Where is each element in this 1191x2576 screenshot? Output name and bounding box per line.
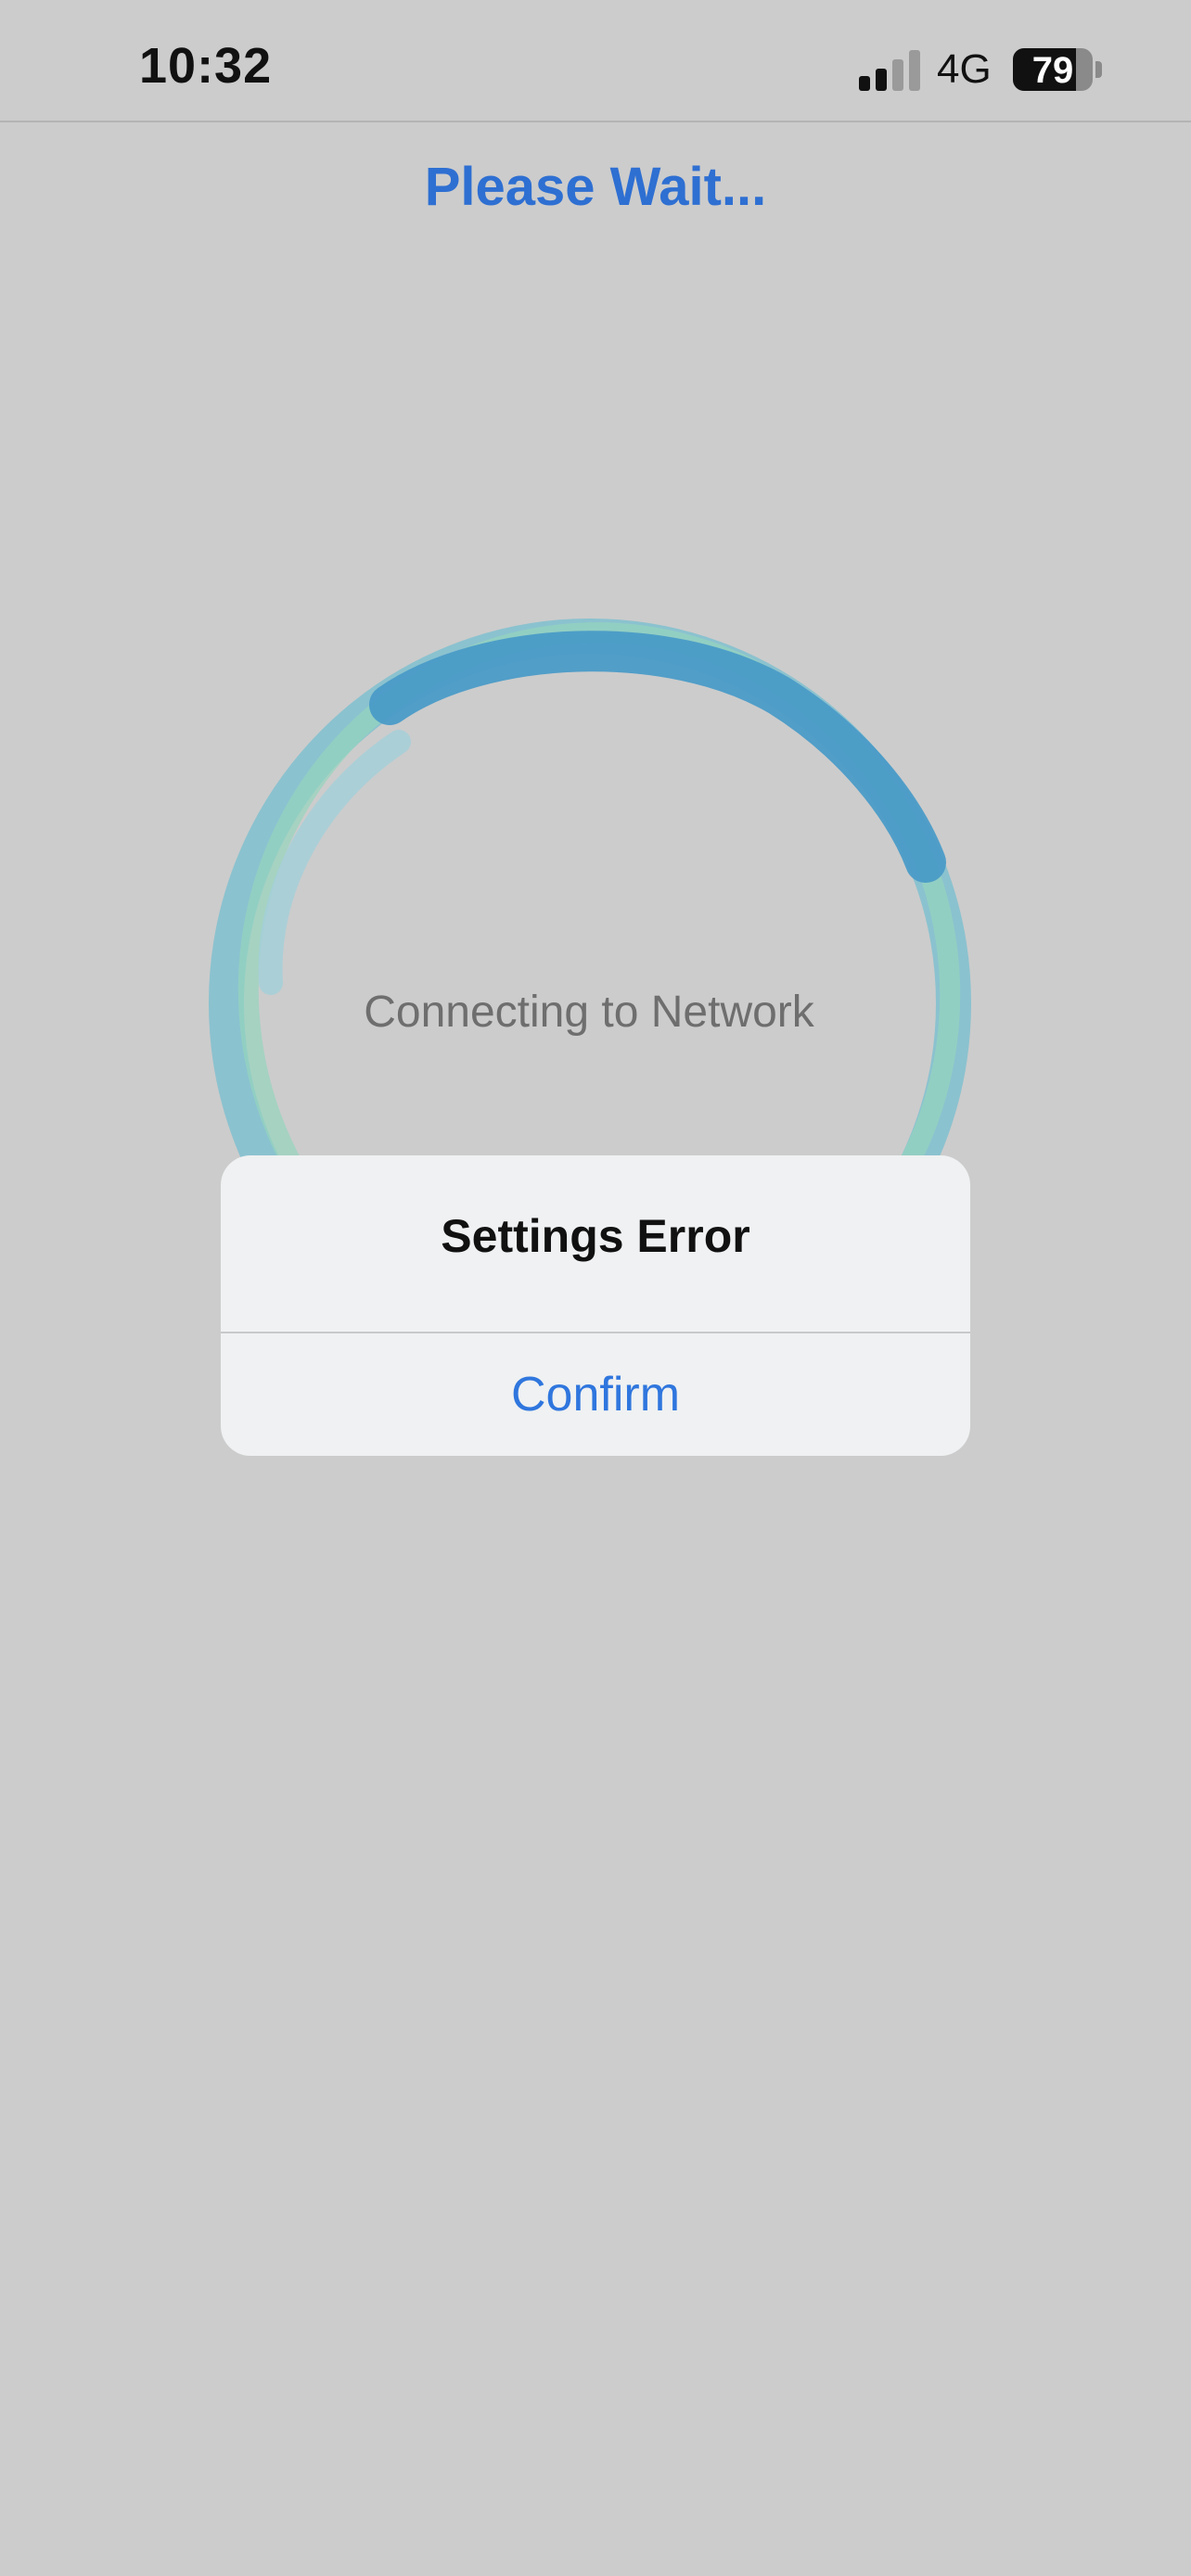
signal-bar-4 <box>909 50 920 91</box>
ring-layer-blue <box>369 631 946 883</box>
loading-ring <box>209 618 971 1243</box>
ring-layer-green <box>237 622 961 1243</box>
cellular-signal-icon <box>859 50 920 91</box>
alert-title: Settings Error <box>441 1210 750 1262</box>
signal-bar-2 <box>876 69 887 91</box>
confirm-button[interactable]: Confirm <box>221 1333 970 1456</box>
status-bar: 10:32 4G 79 <box>0 0 1191 122</box>
loading-status-text: Connecting to Network <box>364 988 814 1037</box>
signal-bar-3 <box>892 59 903 91</box>
network-type: 4G <box>937 46 992 92</box>
battery-icon: 79 <box>1013 48 1093 91</box>
page-title: Please Wait... <box>424 157 767 217</box>
battery-level: 79 <box>1031 50 1074 91</box>
settings-error-alert: Settings Error Confirm <box>221 1155 970 1456</box>
battery-tip <box>1095 61 1102 78</box>
status-time: 10:32 <box>139 38 273 94</box>
signal-bar-1 <box>859 76 870 91</box>
